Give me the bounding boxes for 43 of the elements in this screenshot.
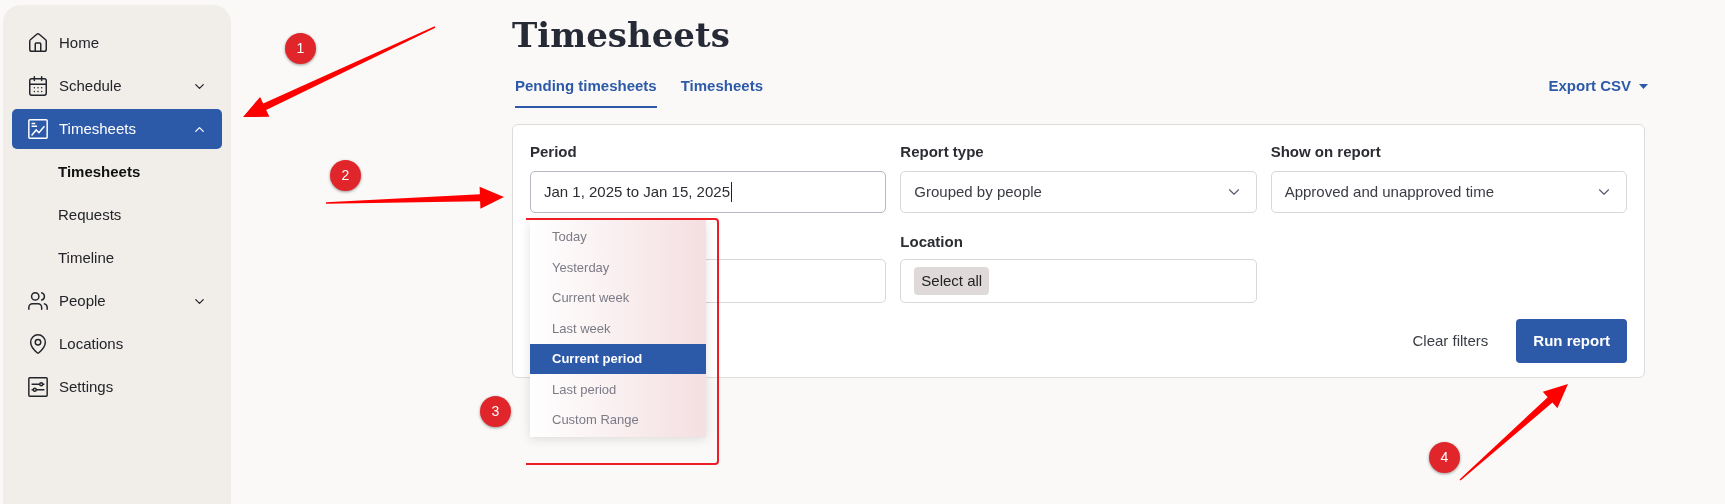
- export-csv-button[interactable]: Export CSV: [1548, 75, 1648, 98]
- sidebar-item[interactable]: People: [12, 281, 222, 321]
- annotation-badge: 3: [480, 396, 511, 427]
- text-cursor: [731, 182, 732, 202]
- caret-icon: [1639, 83, 1648, 89]
- annotation-badge: 4: [1429, 442, 1460, 473]
- home-icon: [27, 32, 49, 54]
- people-icon: [27, 290, 49, 312]
- field-label: Report type: [900, 141, 985, 162]
- sidebar-item[interactable]: Locations: [12, 324, 222, 364]
- tab[interactable]: Timesheets: [680, 75, 763, 108]
- report-type-select[interactable]: Grouped by people: [900, 171, 1257, 213]
- sidebar-subitem[interactable]: Timeline: [12, 238, 222, 278]
- location-field[interactable]: Select all: [900, 259, 1257, 303]
- period-field[interactable]: Jan 1, 2025 to Jan 15, 2025: [530, 171, 887, 213]
- run-report-button[interactable]: Run report: [1516, 319, 1627, 363]
- sidebar-item[interactable]: Settings: [12, 367, 222, 407]
- field-label: Show on report: [1270, 141, 1382, 162]
- dropdown-option[interactable]: Current week: [530, 282, 706, 313]
- dropdown-option[interactable]: Custom Range: [530, 404, 706, 435]
- dropdown-option[interactable]: Last week: [530, 313, 706, 344]
- calendar-icon: [27, 75, 49, 97]
- tab[interactable]: Pending timesheets: [515, 75, 657, 108]
- sidebar-item[interactable]: Timesheets: [12, 109, 222, 149]
- sliders-icon: [27, 376, 49, 398]
- sidebar-subitem[interactable]: Timesheets: [12, 152, 222, 192]
- select-all-chip[interactable]: Select all: [914, 266, 990, 296]
- field-label: Period: [530, 141, 578, 162]
- sidebar-item[interactable]: Home: [12, 23, 222, 63]
- show-on-report-select[interactable]: Approved and unapproved time: [1270, 171, 1627, 213]
- annotation-badge: 2: [330, 160, 361, 191]
- sidebar-subitem[interactable]: Requests: [12, 195, 222, 235]
- dropdown-option[interactable]: Today: [530, 221, 706, 252]
- clear-filters-button[interactable]: Clear filters: [1412, 329, 1489, 353]
- page-title: Timesheets: [512, 14, 731, 57]
- annotation-badge: 1: [285, 33, 316, 64]
- dropdown-option[interactable]: Last period: [530, 374, 706, 405]
- chart-icon: [27, 118, 49, 140]
- sidebar-item[interactable]: Schedule: [12, 66, 222, 106]
- dropdown-option[interactable]: Yesterday: [530, 252, 706, 283]
- map-pin-icon: [27, 333, 49, 355]
- dropdown-option[interactable]: Current period: [530, 343, 706, 374]
- field-label: Location: [900, 232, 964, 251]
